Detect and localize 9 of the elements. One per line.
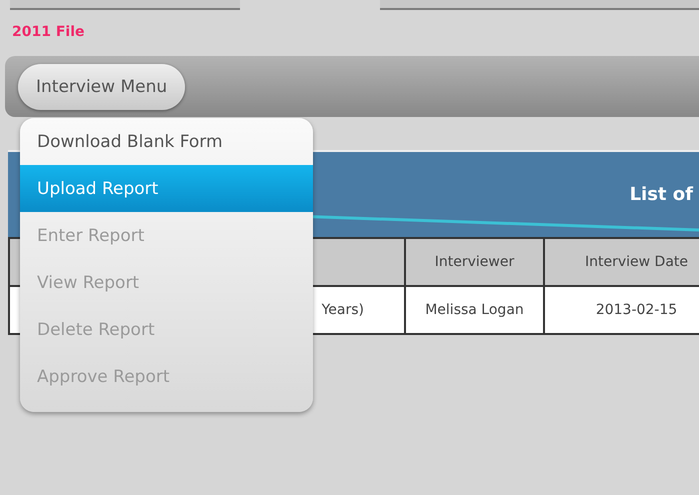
table-cell: Melissa Logan (405, 286, 544, 334)
panel-title: List of (630, 184, 693, 205)
menu-item[interactable]: Upload Report (20, 165, 313, 212)
table-header: Interview Date (544, 238, 699, 286)
file-label: 2011 File (11, 23, 86, 42)
table-cell: 2013-02-15 (544, 286, 699, 334)
menu-item[interactable]: Download Blank Form (20, 118, 313, 165)
interview-menu-button[interactable]: Interview Menu (18, 64, 186, 110)
table-header: Interviewer (405, 238, 544, 286)
